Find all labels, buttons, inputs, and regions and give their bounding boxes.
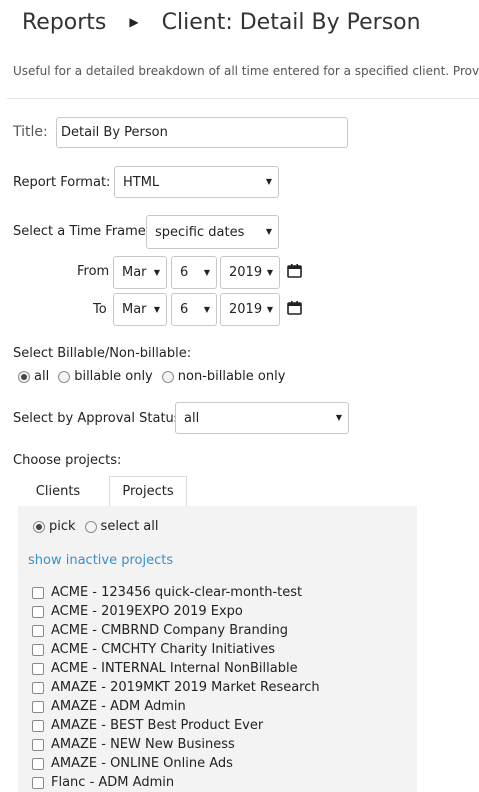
project-list-item[interactable]: ACME - CMCHTY Charity Initiatives bbox=[32, 640, 275, 659]
project-list-item[interactable]: Flanc - ADM Admin bbox=[32, 773, 174, 792]
non-billable-only-label: non-billable only bbox=[177, 369, 286, 384]
breadcrumb-reports[interactable]: Reports bbox=[22, 10, 106, 35]
tab-projects[interactable]: Projects bbox=[109, 476, 187, 506]
project-label: ACME - 123456 quick-clear-month-test bbox=[51, 585, 303, 600]
report-description: Useful for a detailed breakdown of all t… bbox=[13, 64, 479, 78]
breadcrumb: Reports ▶ Client: Detail By Person bbox=[22, 6, 421, 38]
project-label: AMAZE - 2019MKT 2019 Market Research bbox=[51, 680, 320, 695]
project-label: ACME - CMCHTY Charity Initiatives bbox=[51, 642, 275, 657]
to-month-select[interactable]: Mar ▼ bbox=[113, 293, 167, 326]
caret-down-icon: ▼ bbox=[266, 267, 273, 277]
project-checkbox[interactable] bbox=[32, 586, 44, 599]
to-month-value: Mar bbox=[122, 302, 147, 317]
caret-down-icon: ▼ bbox=[265, 227, 272, 237]
project-list-item[interactable]: ACME - 2019EXPO 2019 Expo bbox=[32, 602, 243, 621]
project-checkbox[interactable] bbox=[32, 681, 44, 694]
to-year-value: 2019 bbox=[229, 302, 263, 317]
caret-down-icon: ▼ bbox=[153, 304, 160, 314]
calendar-icon[interactable] bbox=[287, 263, 302, 278]
choose-projects-label: Choose projects: bbox=[13, 453, 122, 468]
caret-down-icon: ▼ bbox=[335, 413, 342, 423]
report-format-label: Report Format: bbox=[13, 175, 111, 190]
project-label: ACME - 2019EXPO 2019 Expo bbox=[51, 604, 243, 619]
to-day-value: 6 bbox=[180, 302, 189, 317]
time-frame-select[interactable]: specific dates ▼ bbox=[146, 215, 279, 249]
billable-only-label: billable only bbox=[74, 369, 153, 384]
project-label: AMAZE - ONLINE Online Ads bbox=[51, 756, 233, 771]
project-list-item[interactable]: ACME - CMBRND Company Branding bbox=[32, 621, 288, 640]
report-format-value: HTML bbox=[123, 174, 160, 190]
project-list-item[interactable]: ACME - INTERNAL Internal NonBillable bbox=[32, 659, 298, 678]
billable-only-radio[interactable] bbox=[58, 370, 71, 383]
caret-down-icon: ▼ bbox=[203, 267, 210, 277]
select-all-radio[interactable] bbox=[84, 520, 97, 533]
title-input[interactable] bbox=[56, 117, 348, 148]
project-checkbox[interactable] bbox=[32, 757, 44, 770]
pick-radio-group: pick select all bbox=[33, 519, 159, 534]
time-frame-value: specific dates bbox=[155, 224, 245, 240]
project-label: ACME - INTERNAL Internal NonBillable bbox=[51, 661, 298, 676]
report-format-select[interactable]: HTML ▼ bbox=[114, 166, 279, 198]
project-checkbox[interactable] bbox=[32, 738, 44, 751]
from-year-select[interactable]: 2019 ▼ bbox=[220, 256, 280, 289]
time-frame-label: Select a Time Frame: bbox=[13, 224, 151, 239]
project-label: AMAZE - ADM Admin bbox=[51, 699, 186, 714]
title-label: Title: bbox=[13, 124, 48, 140]
pick-radio[interactable] bbox=[33, 520, 45, 533]
billable-all-radio[interactable] bbox=[18, 370, 30, 383]
approval-select[interactable]: all ▼ bbox=[175, 402, 349, 434]
calendar-icon[interactable] bbox=[287, 300, 302, 315]
project-label: Flanc - ADM Admin bbox=[51, 775, 175, 790]
caret-down-icon: ▼ bbox=[265, 177, 272, 187]
approval-label: Select by Approval Status: bbox=[13, 411, 185, 426]
from-month-select[interactable]: Mar ▼ bbox=[113, 256, 167, 289]
page-title: Client: Detail By Person bbox=[161, 9, 421, 35]
project-list-item[interactable]: AMAZE - BEST Best Product Ever bbox=[32, 716, 263, 735]
divider bbox=[7, 98, 479, 99]
billable-label: Select Billable/Non-billable: bbox=[13, 346, 192, 361]
show-inactive-projects-link[interactable]: show inactive projects bbox=[28, 553, 173, 568]
project-label: AMAZE - NEW New Business bbox=[51, 737, 235, 752]
project-checkbox[interactable] bbox=[32, 643, 44, 656]
pick-label: pick bbox=[49, 519, 76, 534]
from-day-value: 6 bbox=[180, 265, 189, 280]
from-month-value: Mar bbox=[122, 265, 147, 280]
project-list-item[interactable]: AMAZE - ONLINE Online Ads bbox=[32, 754, 233, 773]
caret-down-icon: ▼ bbox=[153, 267, 160, 277]
project-list-item[interactable]: AMAZE - ADM Admin bbox=[32, 697, 186, 716]
from-label: From bbox=[77, 264, 110, 279]
project-checkbox[interactable] bbox=[32, 624, 44, 637]
breadcrumb-separator-icon: ▶ bbox=[129, 15, 139, 29]
project-list-item[interactable]: ACME - 123456 quick-clear-month-test bbox=[32, 583, 302, 602]
to-label: To bbox=[93, 302, 107, 317]
billable-all-label: all bbox=[34, 369, 50, 384]
caret-down-icon: ▼ bbox=[203, 304, 210, 314]
project-checkbox[interactable] bbox=[32, 605, 44, 618]
project-checkbox[interactable] bbox=[32, 776, 44, 789]
project-label: ACME - CMBRND Company Branding bbox=[51, 623, 289, 638]
project-checkbox[interactable] bbox=[32, 662, 44, 675]
project-tabs: Clients Projects bbox=[18, 476, 417, 506]
project-checkbox[interactable] bbox=[32, 700, 44, 713]
to-year-select[interactable]: 2019 ▼ bbox=[220, 293, 280, 326]
billable-radio-group: all billable only non-billable only bbox=[18, 369, 285, 384]
to-day-select[interactable]: 6 ▼ bbox=[171, 293, 217, 326]
project-list-item[interactable]: AMAZE - NEW New Business bbox=[32, 735, 235, 754]
caret-down-icon: ▼ bbox=[266, 304, 273, 314]
from-year-value: 2019 bbox=[229, 265, 263, 280]
project-list-item[interactable]: AMAZE - 2019MKT 2019 Market Research bbox=[32, 678, 320, 697]
select-all-label: select all bbox=[100, 519, 159, 534]
project-label: AMAZE - BEST Best Product Ever bbox=[51, 718, 264, 733]
tab-clients[interactable]: Clients bbox=[18, 476, 98, 506]
approval-value: all bbox=[184, 410, 200, 426]
non-billable-only-radio[interactable] bbox=[161, 370, 174, 383]
project-checkbox[interactable] bbox=[32, 719, 44, 732]
from-day-select[interactable]: 6 ▼ bbox=[171, 256, 217, 289]
